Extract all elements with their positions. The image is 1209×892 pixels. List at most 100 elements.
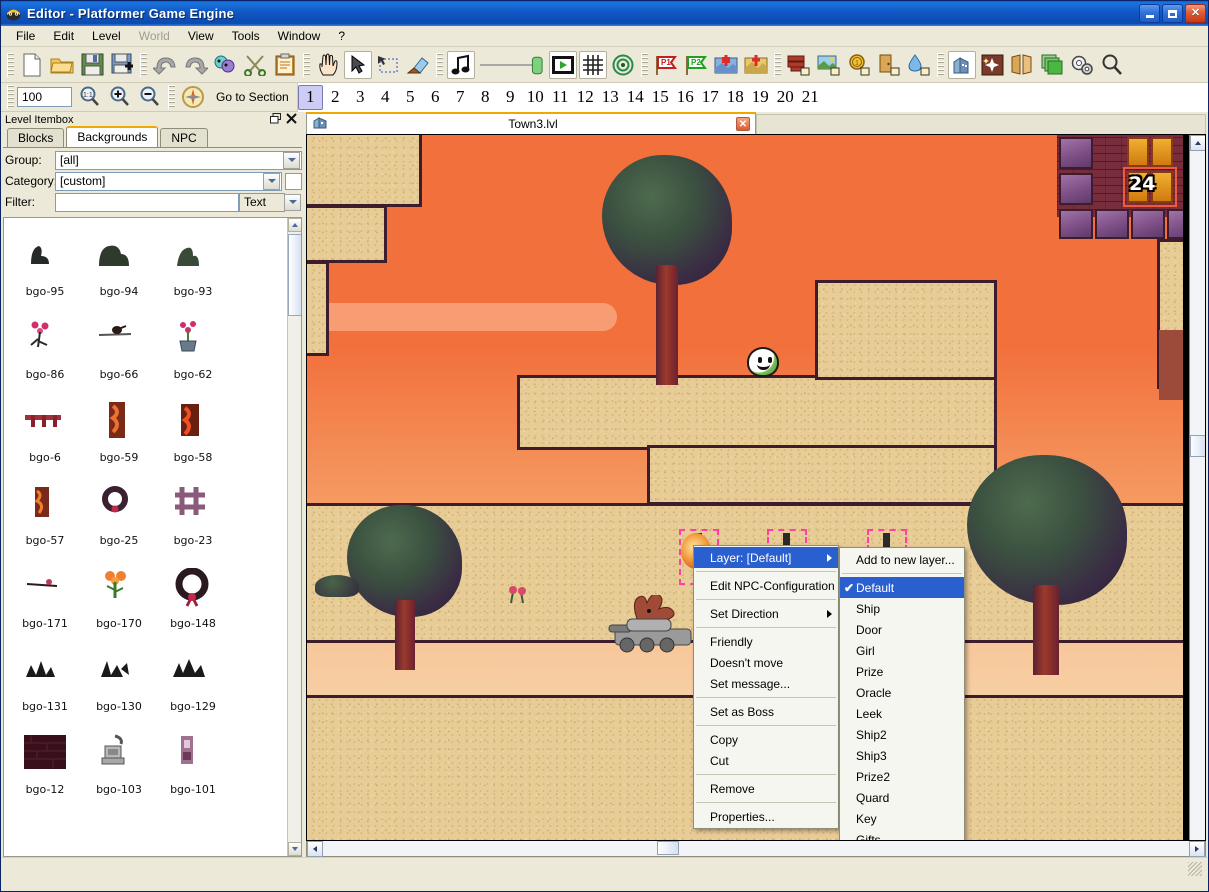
itembox-item[interactable]: bgo-86: [8, 311, 82, 394]
category-color-swatch[interactable]: [285, 172, 302, 190]
place-npc-icon[interactable]: 1: [845, 51, 873, 79]
zoom-out-icon[interactable]: [136, 83, 164, 111]
new-file-icon[interactable]: [18, 51, 46, 79]
section-button-16[interactable]: 16: [673, 85, 698, 110]
itembox-item[interactable]: bgo-12: [8, 726, 82, 809]
menu-help[interactable]: ?: [329, 27, 354, 45]
npc-context-menu[interactable]: Layer: [Default] Edit NPC-Configuration Se…: [693, 545, 839, 829]
layer-menu-item[interactable]: Leek: [840, 703, 964, 724]
document-tab-close-button[interactable]: ✕: [736, 117, 750, 131]
scroll-up-icon[interactable]: [288, 218, 301, 232]
layer-menu-item[interactable]: ✔ Default: [840, 577, 964, 598]
minimize-button[interactable]: [1139, 4, 1160, 23]
context-menu-item[interactable]: Edit NPC-Configuration: [694, 575, 838, 596]
itembox-item[interactable]: bgo-62: [156, 311, 230, 394]
section-button-20[interactable]: 20: [773, 85, 798, 110]
section-button-8[interactable]: 8: [473, 85, 498, 110]
section-button-5[interactable]: 5: [398, 85, 423, 110]
place-water-icon[interactable]: [905, 51, 933, 79]
player2-flag-icon[interactable]: P2: [682, 51, 710, 79]
viewport-hscrollbar[interactable]: [306, 841, 1206, 857]
compass-icon[interactable]: [179, 83, 207, 111]
scroll-up-icon-viewport[interactable]: [1190, 135, 1205, 151]
player-character[interactable]: [747, 347, 779, 377]
search-magnifier-icon[interactable]: [1098, 51, 1126, 79]
viewport-vscrollbar[interactable]: [1189, 135, 1205, 840]
section-blue-icon[interactable]: [712, 51, 740, 79]
target-icon[interactable]: [609, 51, 637, 79]
itembox-item[interactable]: bgo-103: [82, 726, 156, 809]
menu-level[interactable]: Level: [83, 27, 130, 45]
zoombar-grip-2[interactable]: [168, 85, 175, 109]
tank-npc[interactable]: [607, 593, 699, 660]
chevron-down-icon-3[interactable]: [284, 193, 301, 211]
itembox-item[interactable]: bgo-101: [156, 726, 230, 809]
layer-menu-item[interactable]: Ship3: [840, 745, 964, 766]
layer-menu-item[interactable]: Girl: [840, 640, 964, 661]
chevron-down-icon[interactable]: [283, 151, 300, 169]
filter-type-select[interactable]: Text: [239, 192, 285, 212]
resize-grip[interactable]: [1188, 861, 1202, 876]
cut-scissors-icon[interactable]: [241, 51, 269, 79]
itembox-item[interactable]: bgo-129: [156, 643, 230, 726]
section-button-6[interactable]: 6: [423, 85, 448, 110]
buildings-icon[interactable]: [948, 50, 976, 79]
toolbar-grip-4[interactable]: [436, 52, 443, 77]
itembox-item[interactable]: bgo-93: [156, 228, 230, 311]
viewport-vscroll-thumb[interactable]: [1190, 435, 1205, 457]
eraser-icon[interactable]: [404, 51, 432, 79]
itembox-item[interactable]: bgo-58: [156, 394, 230, 477]
copy-icon[interactable]: [211, 51, 239, 79]
filter-input[interactable]: [55, 192, 239, 212]
background-item-grid[interactable]: bgo-95 bgo-94 bgo-93 bgo-86 bgo-66 bgo-62 bgo-…: [3, 217, 302, 857]
layer-menu-item[interactable]: Prize: [840, 661, 964, 682]
paste-clipboard-icon[interactable]: [271, 51, 299, 79]
section-button-18[interactable]: 18: [723, 85, 748, 110]
context-menu-item[interactable]: Set Direction: [694, 603, 838, 624]
zoombar-grip[interactable]: [7, 85, 14, 109]
music-note-icon[interactable]: [447, 50, 475, 79]
tab-blocks[interactable]: Blocks: [7, 128, 65, 147]
close-button[interactable]: ✕: [1185, 4, 1206, 23]
layer-submenu[interactable]: Add to new layer... ✔ Default Ship Door Girl P…: [839, 547, 965, 841]
section-button-4[interactable]: 4: [373, 85, 398, 110]
redo-icon[interactable]: [181, 51, 209, 79]
context-menu-item[interactable]: Properties...: [694, 806, 838, 827]
layer-menu-item[interactable]: Quard: [840, 787, 964, 808]
settings-gears-icon[interactable]: [1068, 51, 1096, 79]
category-select[interactable]: [custom]: [55, 171, 282, 191]
layer-menu-item[interactable]: Gifts: [840, 829, 964, 841]
itemgrid-scrollbar[interactable]: [287, 218, 301, 856]
viewport-hscroll-thumb[interactable]: [657, 841, 679, 855]
context-menu-item[interactable]: Remove: [694, 778, 838, 799]
grid-icon[interactable]: [579, 50, 607, 79]
itembox-item[interactable]: bgo-6: [8, 394, 82, 477]
itembox-item[interactable]: bgo-94: [82, 228, 156, 311]
context-menu-item[interactable]: Set message...: [694, 673, 838, 694]
volume-slider-icon[interactable]: [477, 51, 547, 79]
zoom-input[interactable]: [17, 87, 72, 107]
section-button-15[interactable]: 15: [648, 85, 673, 110]
layer-menu-item[interactable]: Door: [840, 619, 964, 640]
layer-menu-item[interactable]: Key: [840, 808, 964, 829]
itembox-item[interactable]: bgo-171: [8, 560, 82, 643]
maximize-button[interactable]: [1162, 4, 1183, 23]
itembox-item[interactable]: bgo-23: [156, 477, 230, 560]
toolbar-grip-5[interactable]: [641, 52, 648, 77]
section-button-3[interactable]: 3: [348, 85, 373, 110]
section-button-21[interactable]: 21: [798, 85, 823, 110]
scroll-right-icon[interactable]: [1189, 841, 1205, 857]
marquee-select-icon[interactable]: [374, 51, 402, 79]
itembox-item[interactable]: bgo-130: [82, 643, 156, 726]
section-orange-icon[interactable]: [742, 51, 770, 79]
section-button-17[interactable]: 17: [698, 85, 723, 110]
menu-file[interactable]: File: [7, 27, 44, 45]
section-button-7[interactable]: 7: [448, 85, 473, 110]
itembox-item[interactable]: bgo-131: [8, 643, 82, 726]
chevron-down-icon-2[interactable]: [263, 172, 280, 190]
level-viewport[interactable]: 24 Layer: [Default] Edit NPC-Configurati…: [306, 134, 1206, 841]
place-door-icon[interactable]: [875, 51, 903, 79]
hand-tool-icon[interactable]: [314, 51, 342, 79]
itembox-item[interactable]: bgo-170: [82, 560, 156, 643]
section-button-11[interactable]: 11: [548, 85, 573, 110]
